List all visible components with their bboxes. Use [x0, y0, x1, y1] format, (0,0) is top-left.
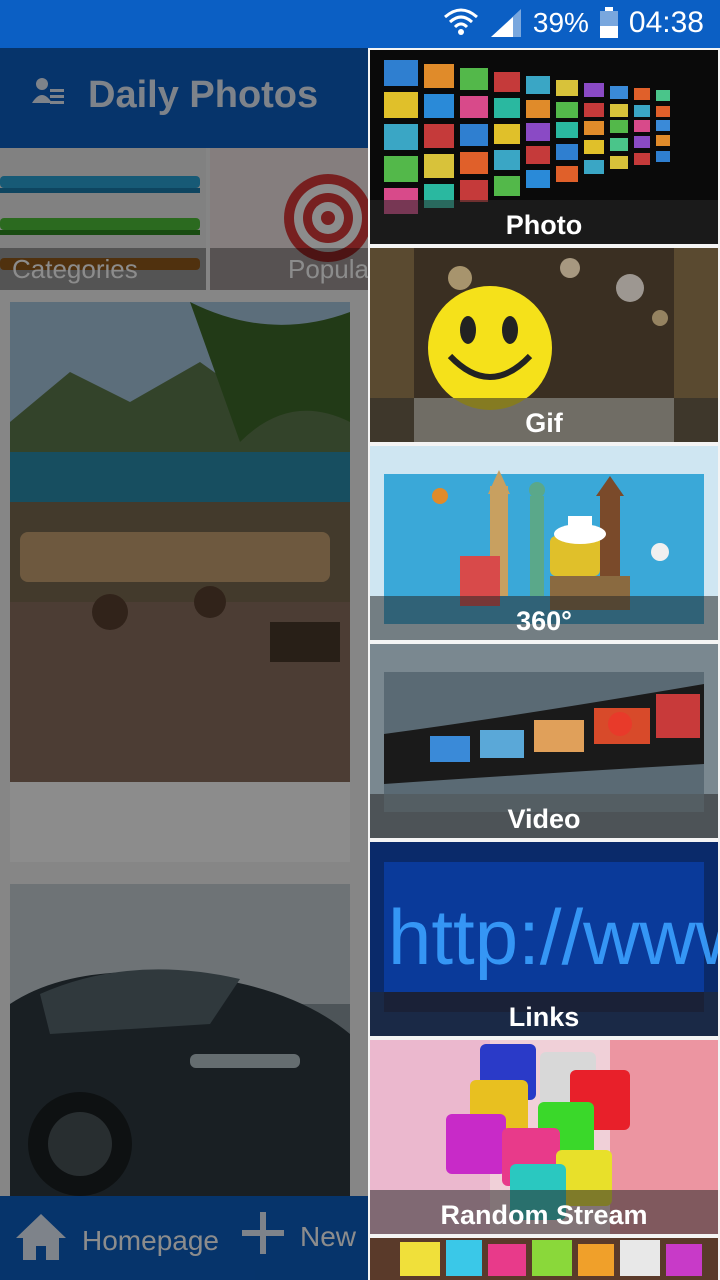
signal-icon: [489, 7, 523, 39]
drawer-item-label: Video: [370, 794, 718, 838]
tile-categories[interactable]: Categories: [0, 148, 206, 290]
status-icons: 39% 04:38: [443, 6, 704, 40]
app-title: Daily Photos: [88, 74, 319, 116]
nav-new[interactable]: New: [240, 1210, 356, 1263]
photo-card[interactable]: [10, 884, 350, 1196]
drawer-item-video[interactable]: Video: [370, 644, 718, 838]
nav-homepage-label: Homepage: [82, 1224, 219, 1256]
tile-label: Popula: [210, 248, 368, 290]
drawer-item-label: Gif: [370, 398, 718, 442]
clock: 04:38: [628, 6, 704, 39]
photo-card[interactable]: [10, 302, 350, 862]
svg-text:http://www.: http://www.: [388, 893, 718, 981]
terrace-photo: [10, 302, 350, 782]
battery-icon: [599, 7, 619, 39]
drawer-item-label: Photo: [370, 200, 718, 244]
drawer-item-label: 360°: [370, 596, 718, 640]
tile-popular[interactable]: Popula: [210, 148, 368, 290]
plus-icon: [240, 1210, 286, 1263]
battery-percent: 39%: [532, 7, 589, 38]
wifi-icon: [443, 7, 479, 39]
tile-label: Categories: [0, 248, 206, 290]
drawer-item-links[interactable]: http://www. Links: [370, 842, 718, 1036]
drawer-item-label: Links: [370, 992, 718, 1036]
drawer-item-more[interactable]: [370, 1238, 718, 1280]
drawer-item-label: Random Stream: [370, 1190, 718, 1234]
drawer-item-photo[interactable]: Photo: [370, 50, 718, 244]
home-icon: [14, 1210, 68, 1271]
user-list-icon[interactable]: [30, 75, 66, 116]
status-bar: 39% 04:38: [0, 0, 720, 48]
drawer-item-gif[interactable]: Gif: [370, 248, 718, 442]
app-title-group: Daily Photos: [30, 74, 318, 117]
car-photo: [10, 884, 350, 1196]
navigation-drawer: Photo Gif 360° Video http://ww Links Ran…: [368, 48, 720, 1280]
drawer-item-360[interactable]: 360°: [370, 446, 718, 640]
sticky-notes-image: [370, 1238, 718, 1280]
drawer-item-random-stream[interactable]: Random Stream: [370, 1040, 718, 1234]
nav-homepage[interactable]: Homepage: [14, 1210, 219, 1271]
nav-new-label: New: [300, 1220, 357, 1252]
